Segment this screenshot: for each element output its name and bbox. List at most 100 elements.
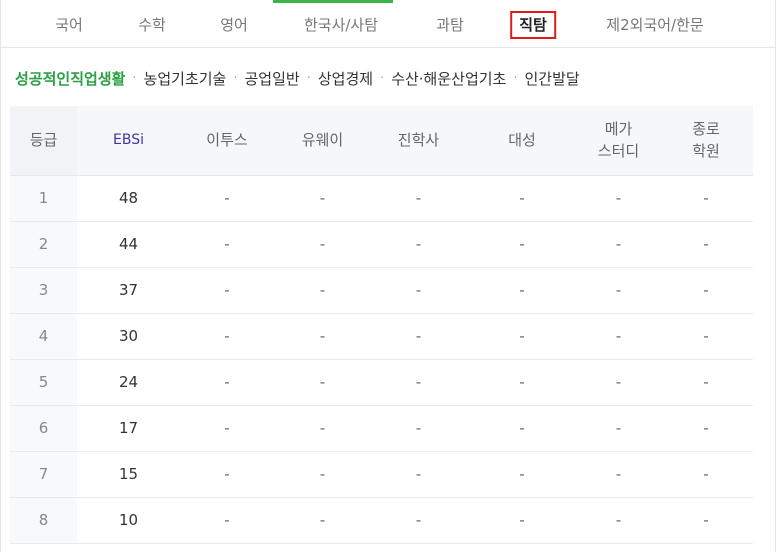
cell-mega: - <box>578 313 659 360</box>
cell-grade: 8 <box>10 497 77 544</box>
cell-daesung: - <box>466 405 578 452</box>
tab-math[interactable]: 수학 <box>138 11 166 39</box>
active-tab-indicator <box>273 0 393 3</box>
cell-uway: - <box>274 497 371 544</box>
header-megastudy-line1: 메가 <box>604 120 633 139</box>
tab-english[interactable]: 영어 <box>220 11 248 39</box>
cell-ebsi: 44 <box>77 221 180 268</box>
cell-grade: 5 <box>10 359 77 406</box>
cell-jongro: - <box>659 359 753 406</box>
sub-tab-successful-career[interactable]: 성공적인직업생활 <box>15 68 125 89</box>
cell-uway: - <box>274 359 371 406</box>
sub-tab-fisheries[interactable]: 수산·해운산업기초 <box>391 68 506 89</box>
table-header-row: 등급 EBSi 이투스 유웨이 진학사 대성 메가 스터디 종로 학원 <box>10 106 753 176</box>
cell-uway: - <box>274 451 371 498</box>
tab-history-social[interactable]: 한국사/사탐 <box>304 11 378 39</box>
cell-grade: 3 <box>10 267 77 314</box>
separator-dot: · <box>132 70 137 86</box>
cell-itos: - <box>180 451 274 498</box>
cell-daesung: - <box>466 313 578 360</box>
tab-vocational[interactable]: 직탐 <box>510 11 556 39</box>
header-jongro-line1: 종로 <box>692 120 720 139</box>
table-row: 5 24- - - - - - <box>10 359 753 406</box>
cell-jongro: - <box>659 451 753 498</box>
cell-itos: - <box>180 267 274 314</box>
separator-dot: · <box>233 70 238 86</box>
cell-jongro: - <box>659 313 753 360</box>
sub-tab-human-development[interactable]: 인간발달 <box>525 68 580 89</box>
table-row: 6 17- - - - - - <box>10 405 753 452</box>
table-row: 8 10- - - - - - <box>10 497 753 544</box>
table-body: 1 48- - - - - -2 44- - - - - -3 37- - - - - -4 30- - - - - -5 24-… <box>10 175 753 544</box>
cell-ebsi: 17 <box>77 405 180 452</box>
cell-daesung: - <box>466 359 578 406</box>
cell-jinhak: - <box>371 175 466 222</box>
sub-tab-industry[interactable]: 공업일반 <box>245 68 300 89</box>
table-row: 7 15- - - - - - <box>10 451 753 498</box>
frame-right-border <box>775 0 776 552</box>
header-daesung: 대성 <box>466 106 578 176</box>
grade-cut-table: 등급 EBSi 이투스 유웨이 진학사 대성 메가 스터디 종로 학원 1 48- - -… <box>10 106 753 544</box>
sub-tab-agriculture[interactable]: 농업기초기술 <box>144 68 227 89</box>
cell-ebsi: 24 <box>77 359 180 406</box>
cell-mega: - <box>578 405 659 452</box>
subject-tabs: 국어 수학 영어 한국사/사탐 과탐 직탐 제2외국어/한문 <box>1 0 775 48</box>
cell-itos: - <box>180 221 274 268</box>
tab-second-language[interactable]: 제2외국어/한문 <box>606 11 703 39</box>
cell-itos: - <box>180 359 274 406</box>
cell-uway: - <box>274 313 371 360</box>
cell-ebsi: 15 <box>77 451 180 498</box>
cell-grade: 6 <box>10 405 77 452</box>
separator-dot: · <box>380 70 385 86</box>
tab-korean[interactable]: 국어 <box>55 11 83 39</box>
separator-dot: · <box>306 70 311 86</box>
header-megastudy-line2: 스터디 <box>597 142 640 161</box>
header-jongro: 종로 학원 <box>659 106 753 176</box>
cell-ebsi: 10 <box>77 497 180 544</box>
header-uway: 유웨이 <box>274 106 371 176</box>
frame-left-border <box>0 0 1 552</box>
cell-daesung: - <box>466 451 578 498</box>
header-megastudy: 메가스터디 <box>578 106 659 176</box>
cell-jinhak: - <box>371 497 466 544</box>
cell-grade: 7 <box>10 451 77 498</box>
table-row: 3 37- - - - - - <box>10 267 753 314</box>
cell-itos: - <box>180 497 274 544</box>
cell-jongro: - <box>659 497 753 544</box>
cell-uway: - <box>274 405 371 452</box>
cell-itos: - <box>180 405 274 452</box>
cell-daesung: - <box>466 175 578 222</box>
cell-jongro: - <box>659 175 753 222</box>
cell-mega: - <box>578 497 659 544</box>
sub-tab-commerce[interactable]: 상업경제 <box>318 68 373 89</box>
cell-ebsi: 37 <box>77 267 180 314</box>
cell-jinhak: - <box>371 451 466 498</box>
cell-mega: - <box>578 175 659 222</box>
header-jinhak: 진학사 <box>371 106 466 176</box>
cell-uway: - <box>274 175 371 222</box>
cell-mega: - <box>578 359 659 406</box>
cell-ebsi: 48 <box>77 175 180 222</box>
cell-itos: - <box>180 175 274 222</box>
cell-ebsi: 30 <box>77 313 180 360</box>
header-itos: 이투스 <box>180 106 274 176</box>
cell-jinhak: - <box>371 359 466 406</box>
cell-grade: 1 <box>10 175 77 222</box>
cell-itos: - <box>180 313 274 360</box>
table-row: 4 30- - - - - - <box>10 313 753 360</box>
separator-dot: · <box>513 70 518 86</box>
cell-jongro: - <box>659 221 753 268</box>
sub-category-tabs: 성공적인직업생활 · 농업기초기술 · 공업일반 · 상업경제 · 수산·해운산… <box>15 66 580 90</box>
cell-mega: - <box>578 221 659 268</box>
cell-jinhak: - <box>371 313 466 360</box>
cell-jinhak: - <box>371 221 466 268</box>
cell-jongro: - <box>659 405 753 452</box>
tab-science[interactable]: 과탐 <box>436 11 464 39</box>
cell-uway: - <box>274 267 371 314</box>
header-grade: 등급 <box>10 106 77 176</box>
table-row: 1 48- - - - - - <box>10 175 753 222</box>
table-row: 2 44- - - - - - <box>10 221 753 268</box>
cell-daesung: - <box>466 267 578 314</box>
cell-grade: 2 <box>10 221 77 268</box>
cell-daesung: - <box>466 497 578 544</box>
